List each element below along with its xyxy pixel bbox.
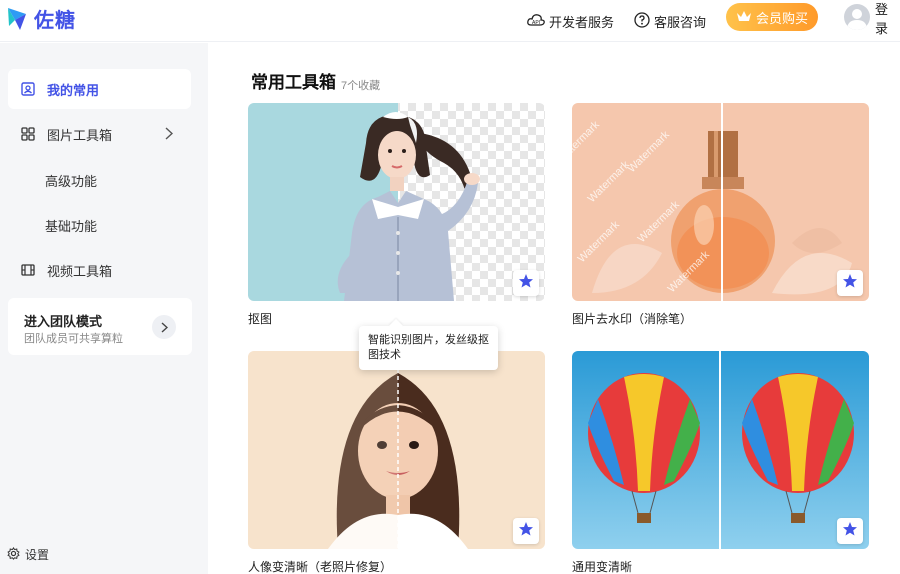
portrait-enhance-preview-image — [248, 351, 545, 549]
vip-purchase-button[interactable]: 会员购买 — [726, 3, 818, 31]
favorite-star-button[interactable] — [513, 518, 539, 544]
user-box-icon — [21, 82, 35, 96]
grid-icon — [21, 127, 35, 141]
svg-text:API: API — [532, 20, 540, 26]
star-icon — [518, 521, 534, 542]
favorite-star-button[interactable] — [837, 518, 863, 544]
developer-service-link[interactable]: API 开发者服务 — [527, 0, 614, 42]
team-mode-title: 进入团队模式 — [24, 314, 103, 329]
star-icon — [842, 273, 858, 294]
sidebar-item-label: 视频工具箱 — [47, 263, 113, 279]
team-mode-subtitle: 团队成员可共享算粒 — [24, 333, 123, 345]
sidebar: 我的常用 图片工具箱 高级功能 基础功能 视频工具箱 进入团队模式 团队成员可共… — [0, 43, 208, 574]
avatar[interactable] — [844, 4, 870, 30]
sidebar-item-label: 我的常用 — [47, 82, 100, 98]
tool-card-label[interactable]: 人像变清晰（老照片修复） — [248, 558, 392, 574]
login-link[interactable]: 登录 — [875, 0, 900, 36]
logo-icon — [6, 6, 28, 32]
tool-card-portrait-enhance[interactable] — [248, 351, 545, 549]
sidebar-item-basic[interactable]: 基础功能 — [45, 216, 97, 235]
sidebar-item-image-toolbox[interactable]: 图片工具箱 — [8, 114, 191, 154]
star-icon — [842, 521, 858, 542]
logo-text: 佐糖 — [34, 10, 76, 32]
api-cloud-icon: API — [527, 13, 549, 30]
sidebar-item-video-toolbox[interactable]: 视频工具箱 — [8, 250, 191, 290]
settings-link[interactable]: 设置 — [7, 546, 49, 563]
help-question-icon — [634, 11, 654, 31]
favorite-star-button[interactable] — [513, 270, 539, 296]
page-title: 常用工具箱 — [251, 73, 336, 92]
cutout-tooltip: 智能识别图片，发丝级抠图技术 — [359, 326, 498, 370]
gear-icon — [7, 546, 25, 563]
favorite-star-button[interactable] — [837, 270, 863, 296]
cutout-preview-image — [248, 103, 545, 301]
team-mode-card[interactable]: 进入团队模式 团队成员可共享算粒 — [8, 298, 192, 355]
crown-icon — [736, 10, 756, 25]
chevron-right-icon[interactable] — [152, 315, 176, 339]
general-enhance-preview-image — [572, 351, 869, 549]
settings-label: 设置 — [25, 548, 50, 562]
developer-service-label: 开发者服务 — [549, 14, 615, 30]
sidebar-item-favorites[interactable]: 我的常用 — [8, 69, 191, 109]
customer-support-link[interactable]: 客服咨询 — [634, 0, 706, 42]
tool-card-label[interactable]: 通用变清晰 — [572, 558, 632, 574]
logo[interactable]: 佐糖 — [6, 4, 76, 33]
tool-card-label[interactable]: 抠图 — [248, 310, 272, 327]
sidebar-item-label: 图片工具箱 — [47, 127, 113, 143]
sidebar-item-advanced[interactable]: 高级功能 — [45, 171, 97, 190]
star-icon — [518, 273, 534, 294]
vip-purchase-label: 会员购买 — [755, 10, 808, 26]
film-icon — [21, 263, 35, 277]
tool-card-label[interactable]: 图片去水印（消除笔） — [572, 310, 692, 327]
favorites-count: 7个收藏 — [341, 80, 381, 92]
customer-support-label: 客服咨询 — [654, 14, 707, 30]
top-header: 佐糖 API 开发者服务 客服咨询 会员购买 登录 — [0, 0, 900, 42]
chevron-right-icon — [165, 127, 174, 143]
tool-card-general-enhance[interactable] — [572, 351, 869, 549]
watermark-removal-preview-image: Watermark Watermark Watermark Watermark … — [572, 103, 869, 301]
tool-card-cutout[interactable] — [248, 103, 545, 301]
tool-card-watermark-removal[interactable]: Watermark Watermark Watermark Watermark … — [572, 103, 869, 301]
